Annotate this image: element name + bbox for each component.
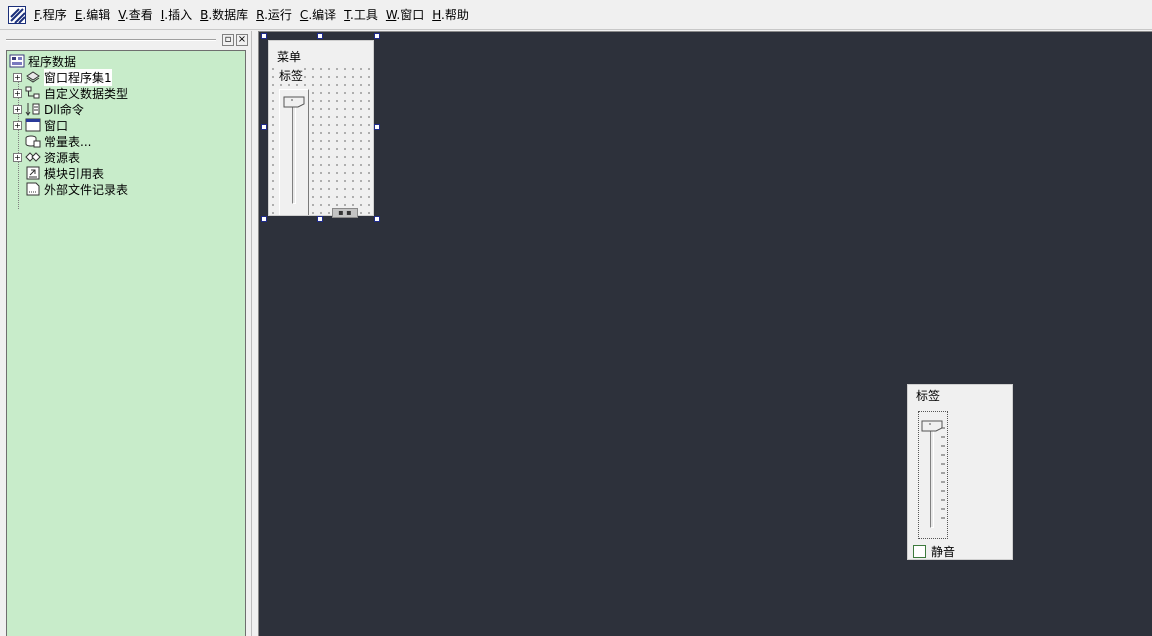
menu-item-w[interactable]: W.窗口 bbox=[382, 4, 428, 26]
expand-plus-icon[interactable]: + bbox=[13, 152, 22, 162]
menu-item-f[interactable]: F.程序 bbox=[30, 4, 71, 26]
constants-icon bbox=[25, 134, 41, 148]
form-menu-label[interactable]: 菜单 bbox=[277, 48, 301, 65]
tree-item[interactable]: + 窗口程序集1 bbox=[13, 68, 112, 86]
tree-item-label: 模块引用表 bbox=[44, 166, 105, 181]
resize-handle-tl[interactable] bbox=[261, 33, 267, 39]
menu-item-i[interactable]: I.插入 bbox=[157, 4, 196, 26]
close-icon[interactable]: × bbox=[236, 34, 248, 46]
menu-item-e[interactable]: E.编辑 bbox=[71, 4, 114, 26]
resources-icon bbox=[25, 150, 41, 164]
mute-checkbox[interactable] bbox=[913, 545, 926, 558]
program-data-panel: ▫ × 程序数据 + 窗口程序集1 + 自定义数据类型 + Dll命令 + 窗口 常量表... +… bbox=[0, 31, 252, 636]
menu-item-c[interactable]: C.编译 bbox=[296, 4, 340, 26]
tree-item[interactable]: 常量表... bbox=[13, 133, 91, 149]
resize-handle-mr[interactable] bbox=[374, 124, 380, 130]
form-label-control[interactable]: 标签 bbox=[278, 67, 305, 84]
module-ref-icon bbox=[25, 166, 41, 180]
window-icon bbox=[25, 118, 41, 132]
expand-plus-icon[interactable]: + bbox=[13, 72, 22, 82]
preview-slider-thumb-icon[interactable] bbox=[921, 420, 943, 432]
tree-item-label: 自定义数据类型 bbox=[44, 86, 129, 101]
preview-label: 标签 bbox=[916, 389, 941, 403]
preview-window: 标签 静音 bbox=[907, 384, 1013, 560]
external-file-icon bbox=[25, 182, 41, 196]
menu-bar: F.程序 E.编辑 V.查看 I.插入 B.数据库 R.运行 C.编译 T.工具 W.窗口 H.帮… bbox=[0, 0, 1152, 30]
restore-icon[interactable]: ▫ bbox=[222, 34, 234, 46]
resize-handle-bl[interactable] bbox=[261, 216, 267, 222]
form-designer-window[interactable]: 菜单 标签 ▪ ▪ bbox=[268, 40, 374, 218]
resize-handle-bc[interactable] bbox=[317, 216, 323, 222]
tree-item-label: 外部文件记录表 bbox=[44, 182, 129, 197]
expand-plus-icon[interactable]: + bbox=[13, 120, 22, 130]
mute-checkbox-label[interactable]: 静音 bbox=[931, 543, 955, 560]
resize-handle-tr[interactable] bbox=[374, 33, 380, 39]
tree-item[interactable]: + Dll命令 bbox=[13, 101, 84, 117]
menu-item-v[interactable]: V.查看 bbox=[114, 4, 157, 26]
slider-thumb-icon[interactable] bbox=[283, 96, 305, 108]
tree-item[interactable]: + 自定义数据类型 bbox=[13, 85, 128, 101]
slider-ticks bbox=[941, 427, 945, 519]
dll-icon bbox=[25, 102, 41, 116]
preview-volume-slider[interactable] bbox=[918, 411, 948, 539]
tree-item-label: 资源表 bbox=[44, 150, 81, 165]
form-menu-bar: 菜单 bbox=[269, 41, 373, 65]
design-workspace bbox=[258, 31, 1152, 636]
mute-checkbox-row[interactable]: 静音 bbox=[913, 543, 955, 560]
menu-item-t[interactable]: T.工具 bbox=[340, 4, 382, 26]
slider-control[interactable] bbox=[279, 89, 309, 215]
program-tree: 程序数据 + 窗口程序集1 + 自定义数据类型 + Dll命令 + 窗口 常量表... + 资源表模… bbox=[6, 50, 246, 636]
tree-root[interactable]: 程序数据 bbox=[9, 53, 76, 69]
panel-titlebar: ▫ × bbox=[4, 33, 248, 47]
form-size-indicator: ▪ ▪ bbox=[332, 208, 358, 218]
tree-item[interactable]: 外部文件记录表 bbox=[13, 181, 128, 197]
expand-plus-icon[interactable]: + bbox=[13, 104, 22, 114]
resize-handle-br[interactable] bbox=[374, 216, 380, 222]
menu-item-h[interactable]: H.帮助 bbox=[428, 4, 473, 26]
tree-root-label: 程序数据 bbox=[28, 54, 77, 69]
tree-item-label: 窗口程序集1 bbox=[44, 68, 112, 86]
datatype-icon bbox=[25, 86, 41, 100]
tree-item-label: 窗口 bbox=[44, 118, 69, 133]
resize-handle-ml[interactable] bbox=[261, 124, 267, 130]
expand-plus-icon[interactable]: + bbox=[13, 88, 22, 98]
program-data-icon bbox=[9, 54, 25, 68]
menu-item-b[interactable]: B.数据库 bbox=[196, 4, 252, 26]
tree-item[interactable]: + 窗口 bbox=[13, 117, 68, 133]
resize-handle-tc[interactable] bbox=[317, 33, 323, 39]
assembly-icon bbox=[25, 70, 41, 84]
tree-item[interactable]: 模块引用表 bbox=[13, 165, 104, 181]
tree-item-label: Dll命令 bbox=[44, 102, 84, 117]
tree-item-label: 常量表... bbox=[44, 134, 92, 149]
menu-item-r[interactable]: R.运行 bbox=[252, 4, 296, 26]
app-logo-icon[interactable] bbox=[8, 5, 26, 24]
tree-item[interactable]: + 资源表 bbox=[13, 149, 80, 165]
